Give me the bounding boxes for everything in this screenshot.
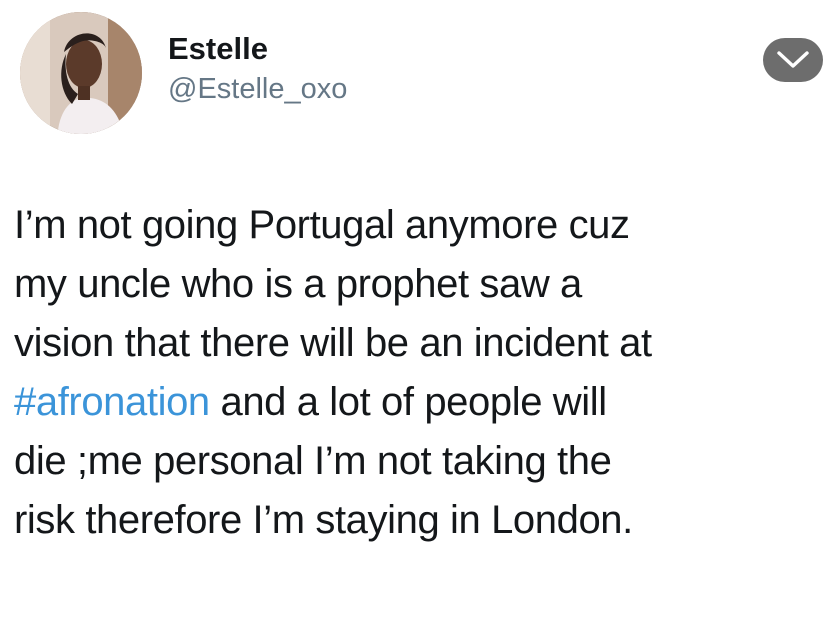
tweet-line: I’m not going Portugal anymore cuz <box>14 203 630 247</box>
tweet-menu-button[interactable] <box>763 38 823 82</box>
tweet-line: vision that there will be an incident at <box>14 321 652 365</box>
profile-photo <box>20 12 142 134</box>
hashtag-link[interactable]: #afronation <box>14 380 210 424</box>
user-header: Estelle @Estelle_oxo <box>168 30 347 108</box>
tweet-line-text: and a lot of people will <box>209 380 607 424</box>
display-name[interactable]: Estelle <box>168 30 347 68</box>
tweet-body: I’m not going Portugal anymore cuz my un… <box>14 196 838 550</box>
tweet-line: risk therefore I’m staying in London. <box>14 498 633 542</box>
tweet-line: my uncle who is a prophet saw a <box>14 262 582 306</box>
tweet-card: Estelle @Estelle_oxo I’m not going Portu… <box>0 0 838 639</box>
tweet-line: #afronation and a lot of people will <box>14 373 838 432</box>
chevron-down-icon <box>777 51 809 68</box>
tweet-line: die ;me personal I’m not taking the <box>14 439 612 483</box>
user-handle[interactable]: @Estelle_oxo <box>168 70 347 108</box>
avatar[interactable] <box>20 12 142 134</box>
